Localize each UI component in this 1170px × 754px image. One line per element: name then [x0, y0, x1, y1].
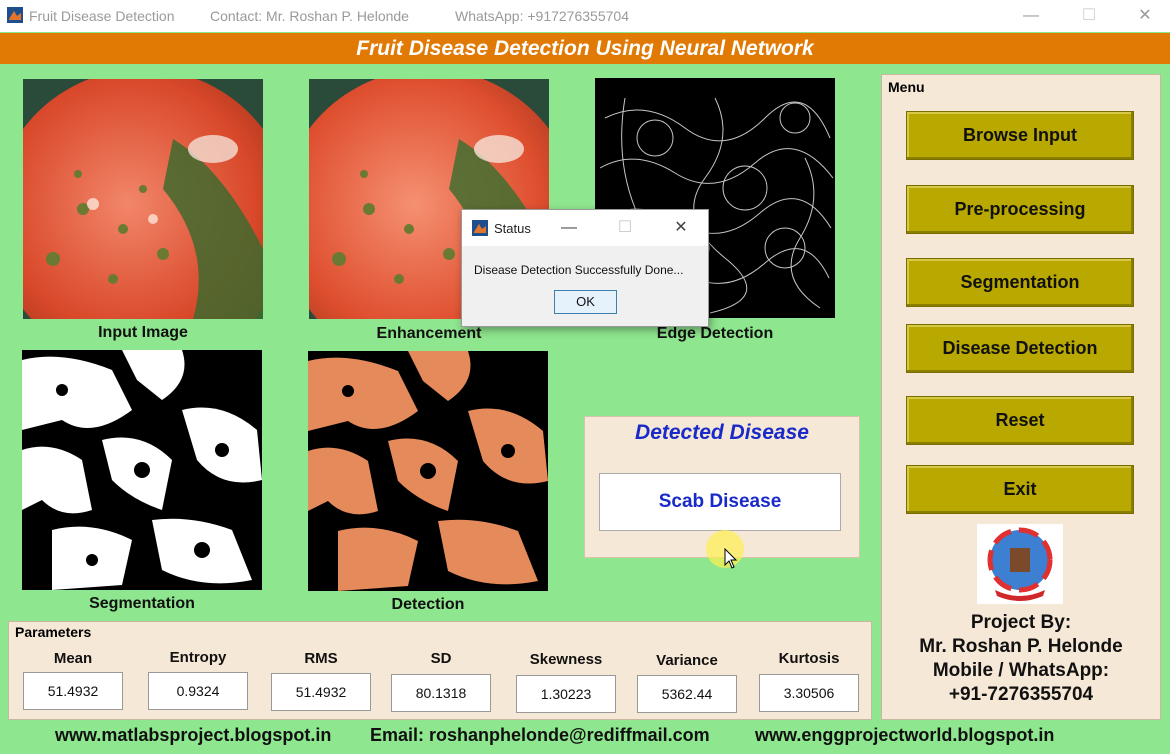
app-banner: Fruit Disease Detection Using Neural Net… — [0, 33, 1170, 64]
matlab-dialog-icon — [472, 220, 488, 236]
segmentation-label: Segmentation — [89, 595, 195, 612]
matlab-app-icon — [7, 7, 23, 23]
project-by-label: Project By: — [970, 612, 1072, 633]
reset-button[interactable]: Reset — [906, 396, 1134, 445]
contact-text: Contact: Mr. Roshan P. Helonde — [210, 8, 409, 24]
parameters-panel: Parameters Mean 51.4932 Entropy 0.9324 R… — [8, 621, 872, 720]
minimize-button[interactable]: — — [1016, 4, 1046, 28]
kurtosis-label: Kurtosis — [778, 650, 840, 667]
window-title: Fruit Disease Detection — [29, 8, 175, 24]
footer-site1: www.matlabsproject.blogspot.in — [55, 725, 332, 745]
close-button[interactable]: ✕ — [1130, 4, 1160, 28]
detected-disease-title: Detected Disease — [635, 421, 809, 444]
mouse-cursor-icon — [724, 548, 738, 569]
dialog-maximize-button[interactable]: ☐ — [612, 216, 638, 240]
dialog-minimize-button[interactable]: — — [556, 216, 582, 240]
rms-field[interactable]: 51.4932 — [271, 673, 371, 711]
mean-label: Mean — [53, 650, 93, 667]
maximize-button[interactable]: ☐ — [1074, 4, 1104, 28]
dialog-close-button[interactable]: ✕ — [668, 216, 694, 240]
kurtosis-field[interactable]: 3.30506 — [759, 674, 859, 712]
parameters-title: Parameters — [15, 624, 92, 640]
variance-label: Variance — [656, 652, 718, 669]
detection-label: Detection — [391, 596, 465, 613]
skewness-field[interactable]: 1.30223 — [516, 675, 616, 713]
skewness-label: Skewness — [529, 651, 603, 668]
edge-detection-label: Edge Detection — [656, 325, 774, 342]
project-mobile-label: Mobile / WhatsApp: — [932, 660, 1110, 681]
footer-site2: www.enggprojectworld.blogspot.in — [755, 725, 1055, 745]
variance-field[interactable]: 5362.44 — [637, 675, 737, 713]
rms-label: RMS — [304, 650, 338, 667]
input-image — [23, 79, 263, 319]
sd-field[interactable]: 80.1318 — [391, 674, 491, 712]
detected-disease-value: Scab Disease — [599, 473, 841, 531]
sd-label: SD — [430, 650, 452, 667]
entropy-label: Entropy — [169, 649, 227, 666]
enhancement-image-label: Enhancement — [376, 325, 482, 342]
entropy-field[interactable]: 0.9324 — [148, 672, 248, 710]
footer-email: Email: roshanphelonde@rediffmail.com — [370, 725, 710, 745]
input-image-label: Input Image — [98, 324, 188, 341]
mean-field[interactable]: 51.4932 — [23, 672, 123, 710]
dialog-titlebar: Status — ☐ ✕ — [462, 210, 708, 246]
pre-processing-button[interactable]: Pre-processing — [906, 185, 1134, 234]
dialog-title: Status — [494, 221, 531, 236]
exit-button[interactable]: Exit — [906, 465, 1134, 514]
menu-panel: Menu Browse Input Pre-processing Segment… — [881, 74, 1161, 720]
project-logo — [977, 524, 1063, 604]
segmentation-image — [22, 350, 262, 590]
menu-title: Menu — [888, 79, 925, 95]
project-author: Mr. Roshan P. Helonde — [919, 636, 1123, 657]
segmentation-button[interactable]: Segmentation — [906, 258, 1134, 307]
disease-detection-button[interactable]: Disease Detection — [906, 324, 1134, 373]
browse-input-button[interactable]: Browse Input — [906, 111, 1134, 160]
status-dialog: Status — ☐ ✕ Disease Detection Successfu… — [461, 209, 709, 327]
dialog-ok-button[interactable]: OK — [554, 290, 617, 314]
detection-image — [308, 351, 548, 591]
whatsapp-text: WhatsApp: +917276355704 — [455, 8, 629, 24]
project-phone: +91-7276355704 — [948, 684, 1094, 705]
dialog-message: Disease Detection Successfully Done... — [474, 263, 684, 277]
window-titlebar: Fruit Disease Detection Contact: Mr. Ros… — [0, 0, 1170, 32]
